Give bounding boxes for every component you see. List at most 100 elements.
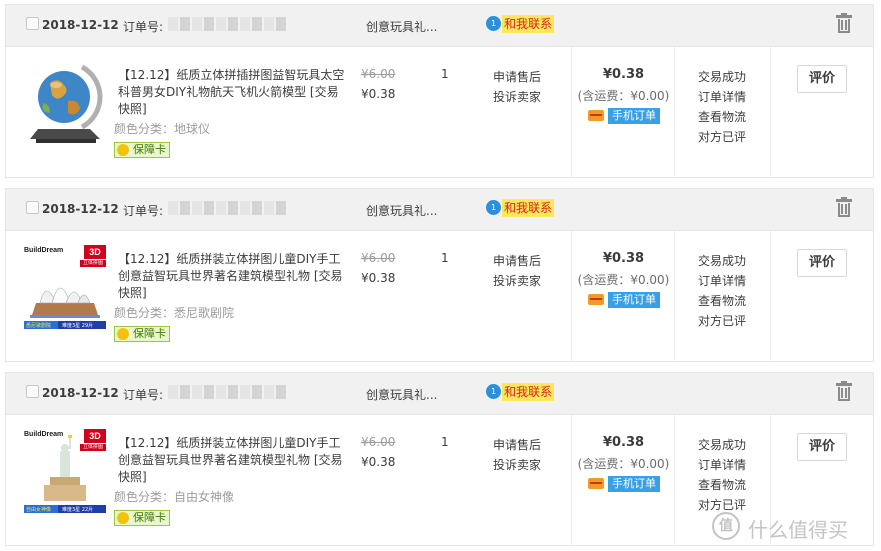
product-thumbnail[interactable]: BuildDream 3D 立体拼图悉尼歌剧院 难度3星 29片 [24, 245, 106, 335]
thumb-3d-badge: 3D [84, 245, 106, 259]
order-details-link[interactable]: 订单详情 [698, 271, 746, 291]
thumb-spec: 难度3星 22片 [62, 507, 94, 513]
guarantee-card-badge[interactable]: 保障卡 [114, 142, 170, 158]
shop-name-link[interactable]: 创意玩具礼... [366, 18, 437, 35]
contact-seller-label: 和我联系 [502, 383, 555, 401]
thumb-3d-badge: 3D [84, 429, 106, 443]
unit-price: ¥0.38 [361, 87, 396, 101]
guarantee-label: 保障卡 [133, 143, 166, 156]
mobile-order-label: 手机订单 [608, 476, 660, 492]
apply-after-sales-link[interactable]: 申请售后 [493, 251, 541, 271]
quantity: 1 [441, 251, 449, 265]
order-card: 2018-12-12 订单号: 创意玩具礼... 1 和我联系 【12.12】纸质立体拼插… [5, 4, 874, 178]
after-sales-links: 申请售后 投诉卖家 [493, 67, 541, 107]
shipping-fee: (含运费：¥0.00) [577, 457, 670, 471]
thumb-spec: 难度3星 29片 [62, 323, 94, 329]
thumb-3d-sub: 立体拼图 [80, 444, 106, 451]
apply-after-sales-link[interactable]: 申请售后 [493, 435, 541, 455]
product-sku: 颜色分类：自由女神像 [114, 490, 235, 504]
view-logistics-link[interactable]: 查看物流 [698, 291, 746, 311]
mobile-order-label: 手机订单 [608, 108, 660, 124]
thumb-brand: BuildDream [24, 431, 64, 438]
product-title-link[interactable]: 【12.12】纸质立体拼插拼图益智玩具太空科普男女DIY礼物航天飞机火箭模型 [… [118, 67, 350, 118]
other-party-reviewed: 对方已评 [698, 130, 747, 144]
quantity: 1 [441, 67, 449, 81]
order-status-links: 交易成功 订单详情 查看物流 对方已评 [698, 435, 746, 515]
wangwang-icon: 1 [486, 16, 501, 31]
order-header: 2018-12-12 订单号: 创意玩具礼... 1 和我联系 [6, 189, 873, 231]
order-details-link[interactable]: 订单详情 [698, 455, 746, 475]
after-sales-links: 申请售后 投诉卖家 [493, 435, 541, 475]
delete-order-trash-icon[interactable] [836, 197, 852, 217]
order-date: 2018-12-12 [42, 202, 119, 216]
original-price: ¥6.00 [361, 251, 396, 265]
order-checkbox[interactable] [26, 17, 39, 30]
original-price: ¥6.00 [361, 435, 396, 449]
shipping-fee: (含运费：¥0.00) [577, 89, 670, 103]
delete-order-trash-icon[interactable] [836, 381, 852, 401]
guarantee-card-badge[interactable]: 保障卡 [114, 510, 170, 526]
order-status-links: 交易成功订单详情 查看物流对方已评 [698, 251, 746, 331]
complain-seller-link[interactable]: 投诉卖家 [493, 455, 541, 475]
credit-card-icon [588, 294, 604, 305]
credit-card-icon [588, 478, 604, 489]
order-number-redacted [168, 17, 288, 31]
delete-order-trash-icon[interactable] [836, 13, 852, 33]
order-date: 2018-12-12 [42, 18, 119, 32]
unit-price: ¥0.38 [361, 455, 396, 469]
view-logistics-link[interactable]: 查看物流 [698, 107, 746, 127]
product-sku: 颜色分类：地球仪 [114, 122, 211, 136]
thumb-model-name: 悉尼歌剧院 [26, 323, 52, 329]
other-party-reviewed: 对方已评 [698, 314, 747, 328]
order-total: ¥0.38 [602, 67, 645, 82]
contact-seller-label: 和我联系 [502, 199, 555, 217]
order-card: 2018-12-12 订单号: 创意玩具礼... 1 和我联系 BuildDream 3D 立… [5, 188, 874, 362]
order-header: 2018-12-12 订单号: 创意玩具礼... 1 和我联系 [6, 373, 873, 415]
apply-after-sales-link[interactable]: 申请售后 [493, 67, 541, 87]
shop-name-link[interactable]: 创意玩具礼... [366, 386, 437, 403]
order-details-link[interactable]: 订单详情 [698, 87, 746, 107]
watermark-text: 什么值得买 [748, 518, 848, 542]
thumb-model-name: 自由女神像 [26, 507, 52, 513]
unit-price: ¥0.38 [361, 271, 396, 285]
product-title-link[interactable]: 【12.12】纸质拼装立体拼图儿童DIY手工创意益智玩具世界著名建筑模型礼物 [… [118, 251, 350, 302]
order-checkbox[interactable] [26, 201, 39, 214]
thumb-brand: BuildDream [24, 247, 64, 254]
order-body: 【12.12】纸质立体拼插拼图益智玩具太空科普男女DIY礼物航天飞机火箭模型 [… [6, 47, 873, 177]
order-number-label: 订单号: [123, 388, 164, 402]
complain-seller-link[interactable]: 投诉卖家 [493, 271, 541, 291]
order-status-links: 交易成功订单详情 查看物流对方已评 [698, 67, 746, 147]
guarantee-label: 保障卡 [133, 327, 166, 340]
wangwang-icon: 1 [486, 200, 501, 215]
order-number-redacted [168, 385, 288, 399]
review-button[interactable]: 评价 [797, 65, 847, 93]
column-divider [770, 47, 771, 177]
view-logistics-link[interactable]: 查看物流 [698, 475, 746, 495]
shop-name-link[interactable]: 创意玩具礼... [366, 202, 437, 219]
product-title-link[interactable]: 【12.12】纸质拼装立体拼图儿童DIY手工创意益智玩具世界著名建筑模型礼物 [… [118, 435, 350, 486]
review-button[interactable]: 评价 [797, 249, 847, 277]
guarantee-icon [117, 144, 129, 156]
guarantee-icon [117, 512, 129, 524]
order-body: BuildDream 3D 立体拼图自由女神像 难度3星 22片 【12.12】纸质拼装… [6, 415, 873, 545]
original-price: ¥6.00 [361, 67, 396, 81]
trade-status: 交易成功 [698, 438, 747, 452]
review-button[interactable]: 评价 [797, 433, 847, 461]
order-card: 2018-12-12 订单号: 创意玩具礼... 1 和我联系 BuildDream 3D 立… [5, 372, 874, 546]
credit-card-icon [588, 110, 604, 121]
order-total: ¥0.38 [602, 251, 645, 266]
order-total: ¥0.38 [602, 435, 645, 450]
after-sales-links: 申请售后 投诉卖家 [493, 251, 541, 291]
guarantee-card-badge[interactable]: 保障卡 [114, 326, 170, 342]
column-divider [770, 231, 771, 361]
order-number-label: 订单号: [123, 20, 164, 34]
trade-status: 交易成功 [698, 254, 747, 268]
complain-seller-link[interactable]: 投诉卖家 [493, 87, 541, 107]
wangwang-icon: 1 [486, 384, 501, 399]
product-thumbnail[interactable] [24, 61, 106, 151]
order-checkbox[interactable] [26, 385, 39, 398]
thumb-3d-sub: 立体拼图 [80, 260, 106, 267]
product-thumbnail[interactable]: BuildDream 3D 立体拼图自由女神像 难度3星 22片 [24, 429, 106, 519]
trade-status: 交易成功 [698, 70, 747, 84]
order-number-label: 订单号: [123, 204, 164, 218]
